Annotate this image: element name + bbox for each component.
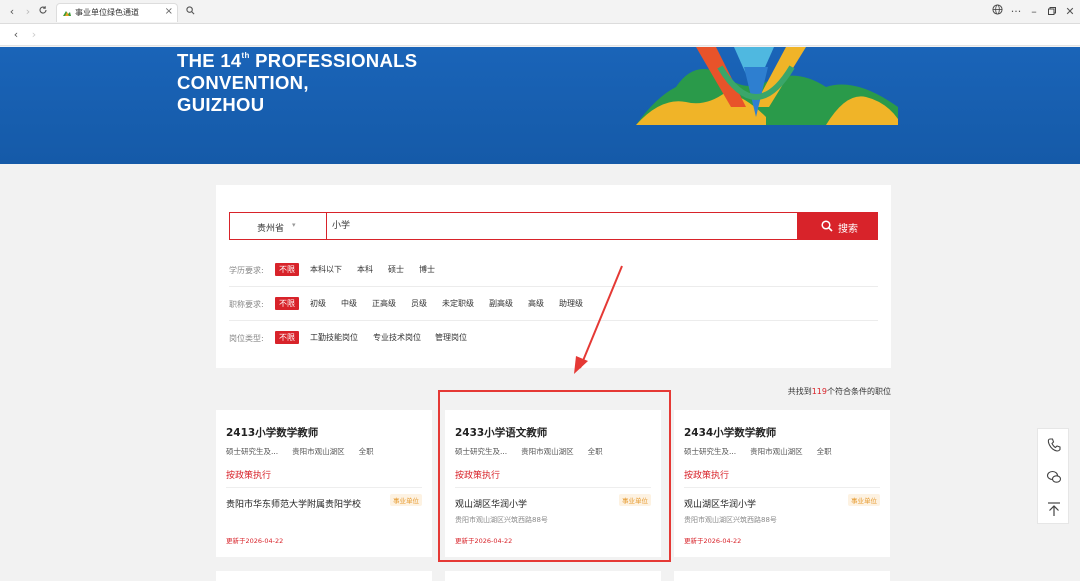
card-divider — [684, 487, 880, 488]
banner-title: THE 14th PROFESSIONALS CONVENTION, GUIZH… — [177, 50, 418, 115]
search-button[interactable]: 搜索 — [798, 212, 878, 240]
browser-tab-bar: ‹ › 事业单位绿色通道 × ··· – ✕ — [0, 0, 1080, 24]
filter-option-senior[interactable]: 高级 — [528, 297, 544, 310]
search-input[interactable]: 小学 — [326, 212, 798, 240]
job-meta: 硕士研究生及... 贵阳市观山湖区 全职 — [226, 447, 374, 456]
job-meta: 硕士研究生及... 贵阳市观山湖区 全职 — [455, 447, 603, 456]
job-salary: 按政策执行 — [684, 471, 730, 481]
search-bar: 贵州省 ▾ 小学 搜索 — [229, 212, 878, 240]
employer-type-badge: 事业单位 — [619, 494, 651, 506]
restore-icon[interactable] — [1044, 4, 1060, 20]
filter-option-bachelor[interactable]: 本科 — [357, 263, 373, 276]
employer-address: 贵阳市观山湖区兴筑西路88号 — [684, 516, 777, 524]
forward-icon[interactable]: › — [20, 4, 36, 20]
filter-option-below-bachelor[interactable]: 本科以下 — [310, 263, 342, 276]
filter-option-management[interactable]: 管理岗位 — [435, 331, 467, 344]
filter-option-type-any[interactable]: 不限 — [275, 331, 299, 344]
job-card[interactable]: 2434小学数学教师 硕士研究生及... 贵阳市观山湖区 全职 按政策执行 观山湖区… — [674, 410, 890, 557]
filter-option-intermediate[interactable]: 中级 — [341, 297, 357, 310]
job-title[interactable]: 2413小学数学教师 — [226, 425, 318, 440]
employer-type-badge: 事业单位 — [848, 494, 880, 506]
phone-icon — [1047, 438, 1061, 452]
employer-type-badge: 事业单位 — [390, 494, 422, 506]
refresh-icon[interactable] — [35, 4, 51, 20]
result-count: 共找到119个符合条件的职位 — [787, 387, 891, 396]
search-button-icon — [821, 220, 833, 232]
page-forward-icon[interactable]: › — [26, 27, 42, 43]
filter-option-senior-full[interactable]: 正高级 — [372, 297, 396, 310]
card-divider — [455, 487, 651, 488]
phone-button[interactable] — [1038, 429, 1070, 461]
filter-option-master[interactable]: 硕士 — [388, 263, 404, 276]
filter-option-deputy-senior[interactable]: 副高级 — [489, 297, 513, 310]
filter-option-education-any[interactable]: 不限 — [275, 263, 299, 276]
updated-date: 更新于2026-04-22 — [684, 537, 742, 545]
filter-divider — [229, 286, 878, 287]
employer-address: 贵阳市观山湖区兴筑西路88号 — [455, 516, 548, 524]
close-icon[interactable]: ✕ — [1062, 4, 1078, 20]
updated-date: 更新于2026-04-22 — [455, 537, 513, 545]
province-select[interactable]: 贵州省 ▾ — [229, 212, 326, 240]
job-card[interactable]: 2433小学语文教师 硕士研究生及... 贵阳市观山湖区 全职 按政策执行 观山湖区… — [445, 410, 661, 557]
tab-title: 事业单位绿色通道 — [75, 8, 139, 17]
filter-option-junior[interactable]: 初级 — [310, 297, 326, 310]
education-filter: 学历要求: 不限 本科以下 本科 硕士 博士 — [229, 263, 435, 276]
minimize-icon[interactable]: – — [1026, 4, 1042, 20]
job-salary: 按政策执行 — [455, 471, 501, 481]
position-type-filter: 岗位类型: 不限 工勤技能岗位 专业技术岗位 管理岗位 — [229, 331, 467, 344]
filter-option-staff[interactable]: 员级 — [411, 297, 427, 310]
filter-option-doctor[interactable]: 博士 — [419, 263, 435, 276]
page-back-icon[interactable]: ‹ — [8, 27, 24, 43]
browser-nav-bar: ‹ › — [0, 24, 1080, 46]
wechat-icon — [1046, 470, 1062, 483]
browser-tab[interactable]: 事业单位绿色通道 × — [56, 3, 178, 22]
job-title[interactable]: 2433小学语文教师 — [455, 425, 547, 440]
filter-option-skilled-worker[interactable]: 工勤技能岗位 — [310, 331, 358, 344]
annotation-arrow — [574, 265, 623, 374]
job-card[interactable] — [445, 571, 661, 581]
filter-divider — [229, 320, 878, 321]
convention-logo-icon — [636, 47, 898, 125]
more-icon[interactable]: ··· — [1008, 4, 1024, 20]
job-card[interactable] — [674, 571, 890, 581]
back-to-top-icon — [1048, 502, 1060, 516]
job-card[interactable] — [216, 571, 432, 581]
hero-banner: THE 14th PROFESSIONALS CONVENTION, GUIZH… — [0, 47, 1080, 164]
job-title[interactable]: 2434小学数学教师 — [684, 425, 776, 440]
filter-option-professional[interactable]: 专业技术岗位 — [373, 331, 421, 344]
job-salary: 按政策执行 — [226, 471, 272, 481]
back-icon[interactable]: ‹ — [4, 4, 20, 20]
tab-close-icon[interactable]: × — [165, 6, 173, 17]
search-panel: 贵州省 ▾ 小学 搜索 学历要求: 不限 本科以下 本科 硕士 博士 职称要求:… — [216, 185, 891, 368]
filter-option-title-any[interactable]: 不限 — [275, 297, 299, 310]
site-favicon-icon — [63, 11, 71, 16]
wechat-button[interactable] — [1038, 461, 1070, 493]
job-meta: 硕士研究生及... 贵阳市观山湖区 全职 — [684, 447, 832, 456]
search-icon[interactable] — [182, 4, 198, 20]
employer-name[interactable]: 贵阳市华东师范大学附属贵阳学校 — [226, 497, 361, 510]
employer-name[interactable]: 观山湖区华润小学 — [455, 497, 527, 510]
card-divider — [226, 487, 422, 488]
employer-name[interactable]: 观山湖区华润小学 — [684, 497, 756, 510]
title-filter: 职称要求: 不限 初级 中级 正高级 员级 未定职级 副高级 高级 助理级 — [229, 297, 583, 310]
filter-option-unrated[interactable]: 未定职级 — [442, 297, 474, 310]
globe-icon[interactable] — [989, 4, 1005, 20]
side-toolbar — [1037, 428, 1069, 524]
updated-date: 更新于2026-04-22 — [226, 537, 284, 545]
back-to-top-button[interactable] — [1038, 493, 1070, 525]
chevron-down-icon: ▾ — [292, 221, 296, 229]
job-card[interactable]: 2413小学数学教师 硕士研究生及... 贵阳市观山湖区 全职 按政策执行 贵阳市华… — [216, 410, 432, 557]
